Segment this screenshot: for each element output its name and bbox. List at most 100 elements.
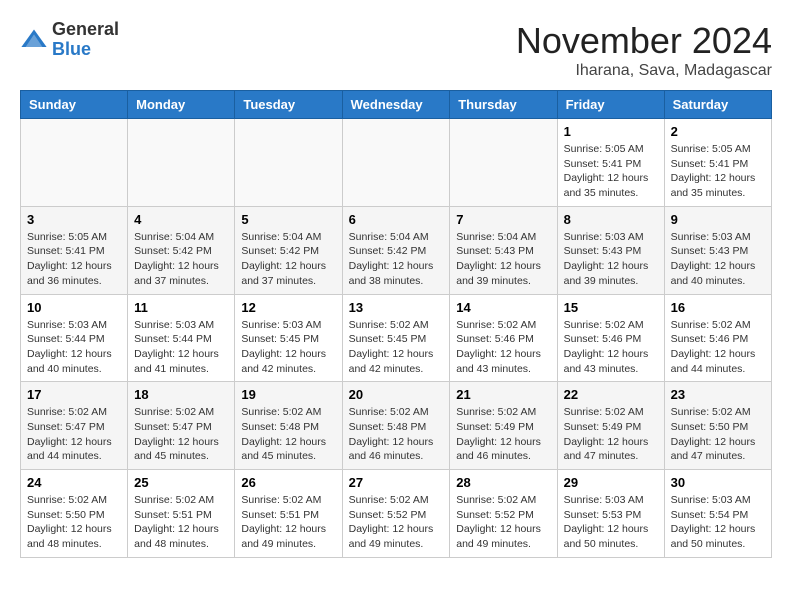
day-number: 12 (241, 300, 335, 315)
weekday-header-thursday: Thursday (450, 91, 557, 119)
page-header: General Blue November 2024 Iharana, Sava… (20, 20, 772, 80)
day-number: 17 (27, 387, 121, 402)
location: Iharana, Sava, Madagascar (516, 62, 772, 80)
day-info: Sunrise: 5:02 AM Sunset: 5:51 PM Dayligh… (241, 493, 335, 552)
day-number: 21 (456, 387, 550, 402)
day-info: Sunrise: 5:02 AM Sunset: 5:46 PM Dayligh… (564, 318, 658, 377)
day-info: Sunrise: 5:03 AM Sunset: 5:53 PM Dayligh… (564, 493, 658, 552)
calendar-cell: 27 Sunrise: 5:02 AM Sunset: 5:52 PM Dayli… (342, 470, 450, 558)
calendar-cell: 18Sunrise: 5:02 AM Sunset: 5:47 PM Dayli… (128, 382, 235, 470)
weekday-header-friday: Friday (557, 91, 664, 119)
day-number: 11 (134, 300, 228, 315)
day-number: 13 (349, 300, 444, 315)
day-info: Sunrise: 5:05 AM Sunset: 5:41 PM Dayligh… (671, 142, 765, 201)
day-info: Sunrise: 5:02 AM Sunset: 5:47 PM Dayligh… (27, 405, 121, 464)
logo-icon (20, 26, 48, 54)
day-number: 1 (564, 124, 658, 139)
day-info: Sunrise: 5:04 AM Sunset: 5:43 PM Dayligh… (456, 230, 550, 289)
day-number: 3 (27, 212, 121, 227)
week-row-2: 3Sunrise: 5:05 AM Sunset: 5:41 PM Daylig… (21, 206, 772, 294)
day-number: 14 (456, 300, 550, 315)
weekday-header-monday: Monday (128, 91, 235, 119)
day-info: Sunrise: 5:02 AM Sunset: 5:51 PM Dayligh… (134, 493, 228, 552)
calendar-cell: 9Sunrise: 5:03 AM Sunset: 5:43 PM Daylig… (664, 206, 771, 294)
calendar-cell: 5 Sunrise: 5:04 AM Sunset: 5:42 PM Daylig… (235, 206, 342, 294)
day-number: 29 (564, 475, 658, 490)
month-title: November 2024 (516, 20, 772, 62)
day-info: Sunrise: 5:02 AM Sunset: 5:46 PM Dayligh… (456, 318, 550, 377)
calendar-cell: 26 Sunrise: 5:02 AM Sunset: 5:51 PM Dayli… (235, 470, 342, 558)
logo-text: General Blue (52, 20, 119, 60)
day-info: Sunrise: 5:02 AM Sunset: 5:45 PM Dayligh… (349, 318, 444, 377)
weekday-header-saturday: Saturday (664, 91, 771, 119)
calendar-cell (21, 119, 128, 207)
weekday-header-wednesday: Wednesday (342, 91, 450, 119)
day-info: Sunrise: 5:02 AM Sunset: 5:49 PM Dayligh… (564, 405, 658, 464)
calendar-cell: 22 Sunrise: 5:02 AM Sunset: 5:49 PM Dayli… (557, 382, 664, 470)
calendar-cell: 25 Sunrise: 5:02 AM Sunset: 5:51 PM Dayli… (128, 470, 235, 558)
calendar-cell: 4 Sunrise: 5:04 AM Sunset: 5:42 PM Daylig… (128, 206, 235, 294)
logo: General Blue (20, 20, 119, 60)
calendar-cell: 7 Sunrise: 5:04 AM Sunset: 5:43 PM Daylig… (450, 206, 557, 294)
day-number: 6 (349, 212, 444, 227)
day-number: 26 (241, 475, 335, 490)
day-number: 22 (564, 387, 658, 402)
day-info: Sunrise: 5:02 AM Sunset: 5:49 PM Dayligh… (456, 405, 550, 464)
day-info: Sunrise: 5:04 AM Sunset: 5:42 PM Dayligh… (241, 230, 335, 289)
day-number: 30 (671, 475, 765, 490)
day-info: Sunrise: 5:02 AM Sunset: 5:50 PM Dayligh… (27, 493, 121, 552)
calendar-cell: 2Sunrise: 5:05 AM Sunset: 5:41 PM Daylig… (664, 119, 771, 207)
calendar-cell: 15 Sunrise: 5:02 AM Sunset: 5:46 PM Dayli… (557, 294, 664, 382)
calendar-cell (342, 119, 450, 207)
calendar-cell: 1 Sunrise: 5:05 AM Sunset: 5:41 PM Daylig… (557, 119, 664, 207)
day-number: 20 (349, 387, 444, 402)
calendar-cell: 11 Sunrise: 5:03 AM Sunset: 5:44 PM Dayli… (128, 294, 235, 382)
day-info: Sunrise: 5:03 AM Sunset: 5:44 PM Dayligh… (134, 318, 228, 377)
day-info: Sunrise: 5:02 AM Sunset: 5:48 PM Dayligh… (349, 405, 444, 464)
calendar-cell: 10 Sunrise: 5:03 AM Sunset: 5:44 PM Dayli… (21, 294, 128, 382)
calendar-cell: 12 Sunrise: 5:03 AM Sunset: 5:45 PM Dayli… (235, 294, 342, 382)
calendar-cell: 17 Sunrise: 5:02 AM Sunset: 5:47 PM Dayli… (21, 382, 128, 470)
day-info: Sunrise: 5:02 AM Sunset: 5:48 PM Dayligh… (241, 405, 335, 464)
day-number: 24 (27, 475, 121, 490)
day-number: 4 (134, 212, 228, 227)
day-number: 15 (564, 300, 658, 315)
week-row-5: 24 Sunrise: 5:02 AM Sunset: 5:50 PM Dayli… (21, 470, 772, 558)
calendar-cell: 16Sunrise: 5:02 AM Sunset: 5:46 PM Dayli… (664, 294, 771, 382)
day-number: 27 (349, 475, 444, 490)
week-row-4: 17 Sunrise: 5:02 AM Sunset: 5:47 PM Dayli… (21, 382, 772, 470)
title-block: November 2024 Iharana, Sava, Madagascar (516, 20, 772, 80)
calendar-cell: 19 Sunrise: 5:02 AM Sunset: 5:48 PM Dayli… (235, 382, 342, 470)
day-number: 7 (456, 212, 550, 227)
day-info: Sunrise: 5:03 AM Sunset: 5:44 PM Dayligh… (27, 318, 121, 377)
calendar-cell: 24 Sunrise: 5:02 AM Sunset: 5:50 PM Dayli… (21, 470, 128, 558)
calendar-table: SundayMondayTuesdayWednesdayThursdayFrid… (20, 90, 772, 558)
day-number: 25 (134, 475, 228, 490)
day-number: 23 (671, 387, 765, 402)
calendar-cell: 6Sunrise: 5:04 AM Sunset: 5:42 PM Daylig… (342, 206, 450, 294)
calendar-cell: 8Sunrise: 5:03 AM Sunset: 5:43 PM Daylig… (557, 206, 664, 294)
calendar-cell: 20 Sunrise: 5:02 AM Sunset: 5:48 PM Dayli… (342, 382, 450, 470)
day-info: Sunrise: 5:02 AM Sunset: 5:52 PM Dayligh… (349, 493, 444, 552)
calendar-cell (128, 119, 235, 207)
calendar-cell: 23Sunrise: 5:02 AM Sunset: 5:50 PM Dayli… (664, 382, 771, 470)
day-info: Sunrise: 5:03 AM Sunset: 5:43 PM Dayligh… (564, 230, 658, 289)
day-number: 28 (456, 475, 550, 490)
calendar-cell: 14 Sunrise: 5:02 AM Sunset: 5:46 PM Dayli… (450, 294, 557, 382)
week-row-3: 10 Sunrise: 5:03 AM Sunset: 5:44 PM Dayli… (21, 294, 772, 382)
day-info: Sunrise: 5:02 AM Sunset: 5:46 PM Dayligh… (671, 318, 765, 377)
day-number: 10 (27, 300, 121, 315)
calendar-cell (450, 119, 557, 207)
day-number: 5 (241, 212, 335, 227)
day-info: Sunrise: 5:04 AM Sunset: 5:42 PM Dayligh… (134, 230, 228, 289)
day-info: Sunrise: 5:02 AM Sunset: 5:52 PM Dayligh… (456, 493, 550, 552)
weekday-header-row: SundayMondayTuesdayWednesdayThursdayFrid… (21, 91, 772, 119)
calendar-cell: 3Sunrise: 5:05 AM Sunset: 5:41 PM Daylig… (21, 206, 128, 294)
day-number: 19 (241, 387, 335, 402)
day-info: Sunrise: 5:03 AM Sunset: 5:43 PM Dayligh… (671, 230, 765, 289)
day-info: Sunrise: 5:05 AM Sunset: 5:41 PM Dayligh… (564, 142, 658, 201)
week-row-1: 1 Sunrise: 5:05 AM Sunset: 5:41 PM Daylig… (21, 119, 772, 207)
day-info: Sunrise: 5:03 AM Sunset: 5:45 PM Dayligh… (241, 318, 335, 377)
day-info: Sunrise: 5:02 AM Sunset: 5:47 PM Dayligh… (134, 405, 228, 464)
day-info: Sunrise: 5:03 AM Sunset: 5:54 PM Dayligh… (671, 493, 765, 552)
